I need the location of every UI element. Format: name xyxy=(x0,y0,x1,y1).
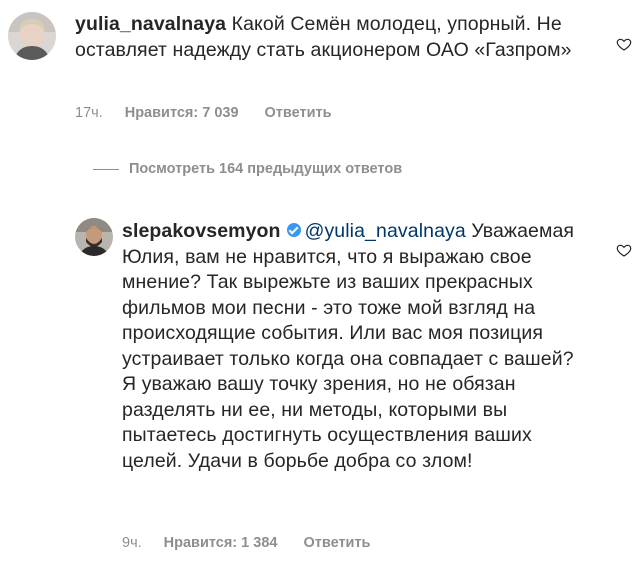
divider xyxy=(93,168,119,170)
comment-time: 17ч. xyxy=(75,105,103,121)
avatar[interactable] xyxy=(8,12,56,60)
comment-time: 9ч. xyxy=(122,535,142,551)
verified-badge-icon xyxy=(286,223,301,237)
comment-username[interactable]: yulia_navalnaya xyxy=(75,13,226,35)
comment-username[interactable]: slepakovsemyon xyxy=(122,220,281,242)
likes-count[interactable]: Нравится: 7 039 xyxy=(125,105,239,121)
avatar[interactable] xyxy=(75,218,113,256)
comment-meta: 17ч. Нравится: 7 039 Ответить xyxy=(75,105,358,121)
user-avatar-icon xyxy=(75,218,113,256)
user-avatar-icon xyxy=(8,12,56,60)
heart-icon[interactable] xyxy=(616,36,632,52)
comment-text: Уважаемая Юлия, вам не нравится, что я в… xyxy=(122,220,575,472)
reply-button[interactable]: Ответить xyxy=(265,105,332,121)
mention-link[interactable]: @yulia_navalnaya xyxy=(305,220,466,242)
heart-icon[interactable] xyxy=(616,242,632,258)
likes-count[interactable]: Нравится: 1 384 xyxy=(164,535,278,551)
view-replies-label: Посмотреть 164 предыдущих ответов xyxy=(129,161,403,177)
comment-meta: 9ч. Нравится: 1 384 Ответить xyxy=(122,535,396,551)
reply-button[interactable]: Ответить xyxy=(303,535,370,551)
view-previous-replies-button[interactable]: Посмотреть 164 предыдущих ответов xyxy=(93,161,402,177)
